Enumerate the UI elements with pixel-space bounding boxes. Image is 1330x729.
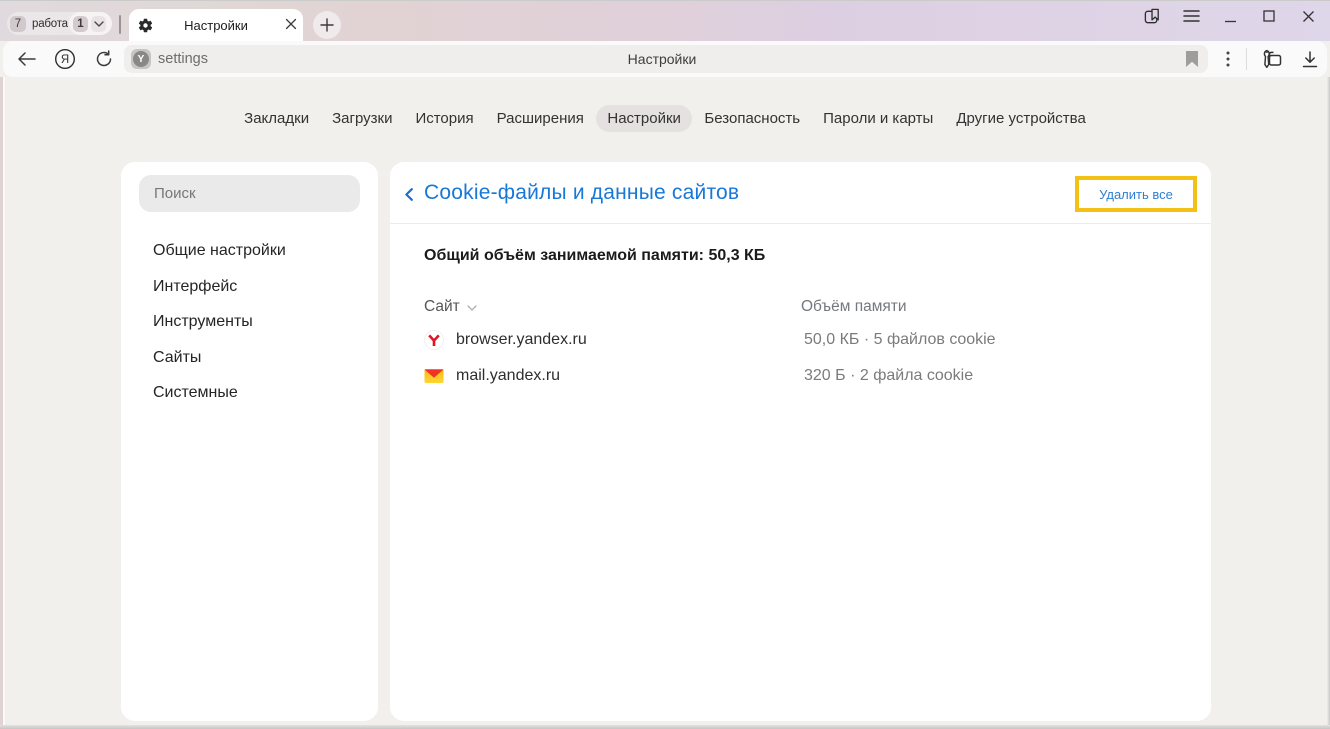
svg-text:Я: Я [61, 54, 69, 66]
